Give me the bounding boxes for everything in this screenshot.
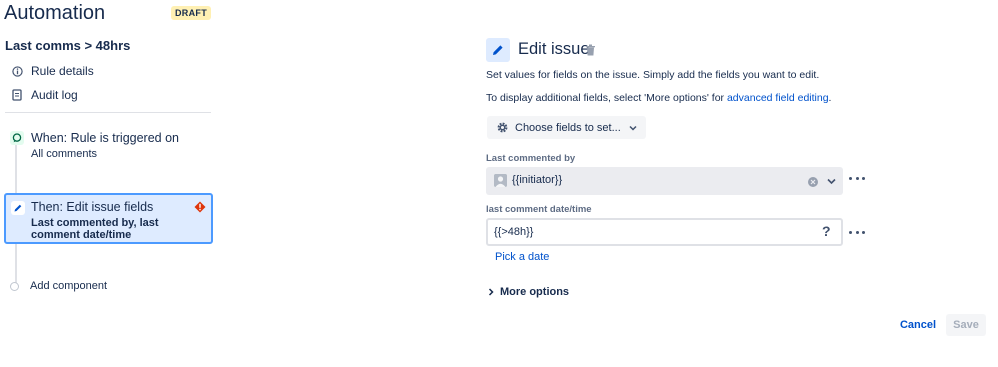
dot — [855, 230, 859, 234]
choose-fields-label: Choose fields to set... — [515, 121, 621, 134]
advanced-field-editing-link[interactable]: advanced field editing — [727, 92, 829, 104]
select-value: {{initiator}} — [512, 174, 563, 186]
app-title: Automation — [4, 2, 106, 24]
field-more-actions-button[interactable] — [849, 175, 865, 181]
sidebar-item-label: Audit log — [31, 88, 78, 102]
last-commented-by-select[interactable]: {{initiator}} — [486, 167, 843, 195]
add-component-label: Add component — [30, 280, 108, 292]
field-more-actions-button[interactable] — [849, 229, 865, 235]
comment-trigger-icon — [10, 131, 24, 145]
dot — [849, 230, 852, 234]
dot — [855, 176, 859, 180]
choose-fields-button[interactable]: Choose fields to set... — [487, 116, 646, 139]
timeline-dot-icon — [10, 281, 19, 291]
action-component-selected[interactable]: Then: Edit issue fields Last commented b… — [4, 193, 213, 244]
save-button[interactable]: Save — [946, 314, 986, 336]
input-value: {{>48h}} — [494, 226, 534, 238]
field-label-last-commented-by: Last commented by — [486, 153, 576, 164]
dot — [849, 176, 852, 180]
gear-icon — [497, 122, 508, 133]
action-title: Then: Edit issue fields — [31, 200, 154, 214]
more-options-label: More options — [500, 286, 570, 298]
add-component-button[interactable]: Add component — [10, 280, 107, 292]
last-comment-date-input[interactable]: {{>48h}} ? — [486, 218, 843, 246]
avatar — [494, 174, 507, 187]
sidebar-item-audit-log[interactable]: Audit log — [10, 86, 78, 104]
dot — [862, 176, 865, 180]
trigger-component[interactable]: When: Rule is triggered on All comments — [5, 128, 211, 164]
status-badge: DRAFT — [171, 6, 211, 20]
chevron-down-icon[interactable] — [827, 178, 836, 185]
editor-hint: To display additional fields, select 'Mo… — [486, 92, 831, 104]
more-options-toggle[interactable]: More options — [488, 286, 569, 298]
chevron-right-icon — [488, 288, 494, 296]
editor-description: Set values for fields on the issue. Simp… — [486, 69, 820, 81]
sidebar-divider — [5, 112, 211, 113]
chevron-down-icon — [629, 125, 637, 131]
trash-icon[interactable] — [585, 44, 596, 56]
sidebar-item-rule-details[interactable]: Rule details — [10, 62, 94, 80]
trigger-subtitle: All comments — [31, 148, 98, 160]
dot — [862, 230, 865, 234]
trigger-title: When: Rule is triggered on — [31, 131, 179, 145]
info-icon — [10, 64, 24, 78]
pencil-icon — [11, 201, 25, 215]
hint-text: To display additional fields, select 'Mo… — [486, 92, 727, 104]
field-label-last-comment-date: last comment date/time — [486, 204, 592, 215]
clear-icon[interactable] — [808, 177, 818, 187]
sidebar-item-label: Rule details — [31, 64, 94, 78]
pencil-icon — [486, 38, 510, 62]
rule-name: Last comms > 48hrs — [5, 38, 131, 53]
pick-a-date-link[interactable]: Pick a date — [495, 251, 549, 263]
document-icon — [10, 88, 24, 102]
cancel-button[interactable]: Cancel — [896, 314, 940, 336]
help-icon[interactable]: ? — [822, 223, 831, 239]
editor-title: Edit issue — [518, 40, 590, 58]
hint-suffix: . — [828, 92, 832, 104]
error-icon — [194, 201, 206, 213]
action-subtitle: Last commented by, last comment date/tim… — [31, 217, 159, 241]
